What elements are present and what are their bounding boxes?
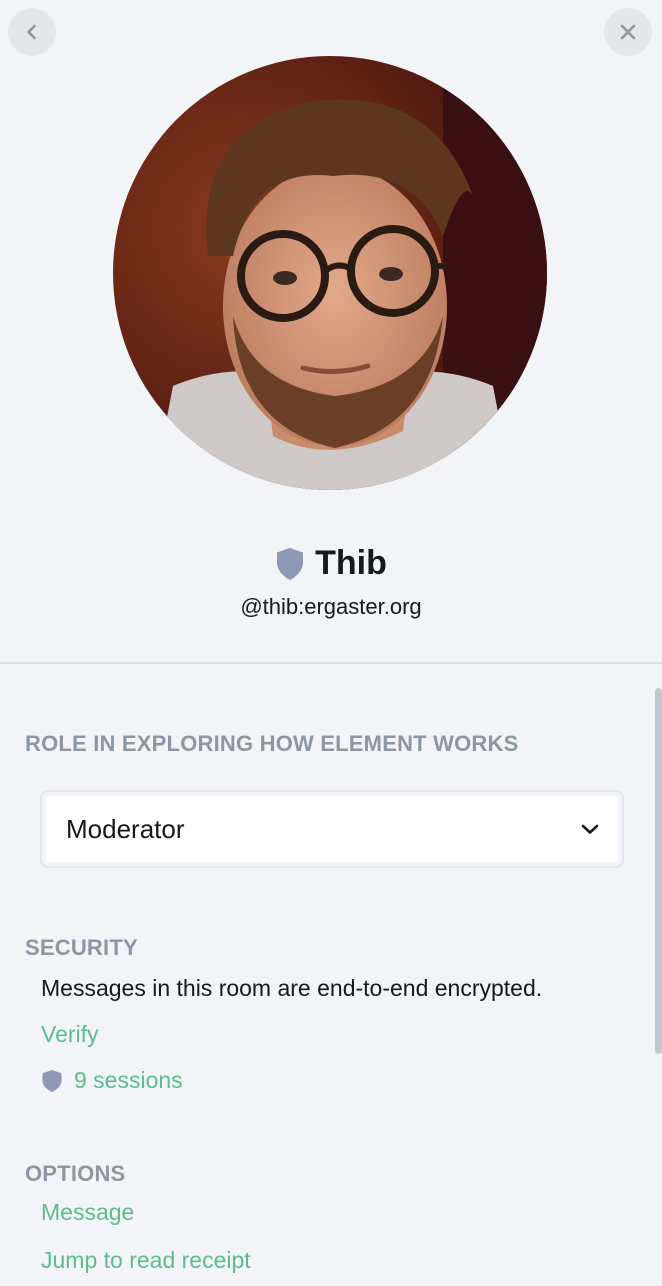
role-heading: ROLE IN EXPLORING HOW ELEMENT WORKS bbox=[25, 731, 519, 756]
chevron-down-icon bbox=[581, 824, 599, 834]
sessions-link[interactable]: 9 sessions bbox=[74, 1067, 183, 1094]
close-icon bbox=[620, 24, 636, 40]
message-link[interactable]: Message bbox=[41, 1199, 134, 1226]
user-info-panel: Thib @thib:ergaster.org ROLE IN EXPLORIN… bbox=[0, 0, 662, 1286]
options-heading: OPTIONS bbox=[25, 1161, 126, 1186]
verify-link[interactable]: Verify bbox=[41, 1021, 99, 1048]
close-button[interactable] bbox=[604, 8, 652, 56]
scrollbar[interactable] bbox=[655, 688, 662, 1054]
encryption-status-text: Messages in this room are end-to-end enc… bbox=[41, 975, 543, 1001]
chevron-left-icon bbox=[27, 24, 36, 40]
security-heading: SECURITY bbox=[25, 935, 138, 960]
role-select[interactable]: Moderator bbox=[40, 790, 624, 868]
role-select-field[interactable]: Moderator bbox=[46, 796, 618, 862]
profile-name-row: Thib bbox=[0, 544, 662, 583]
avatar[interactable] bbox=[113, 56, 547, 490]
display-name: Thib bbox=[315, 544, 387, 582]
jump-to-read-receipt-link[interactable]: Jump to read receipt bbox=[41, 1247, 251, 1274]
role-select-value: Moderator bbox=[66, 813, 185, 844]
avatar-image bbox=[113, 56, 547, 490]
shield-icon bbox=[42, 1069, 62, 1092]
back-button[interactable] bbox=[8, 8, 56, 56]
divider bbox=[0, 662, 662, 664]
user-id: @thib:ergaster.org bbox=[240, 594, 422, 619]
shield-icon bbox=[277, 547, 304, 580]
sessions-row[interactable]: 9 sessions bbox=[41, 1067, 183, 1094]
